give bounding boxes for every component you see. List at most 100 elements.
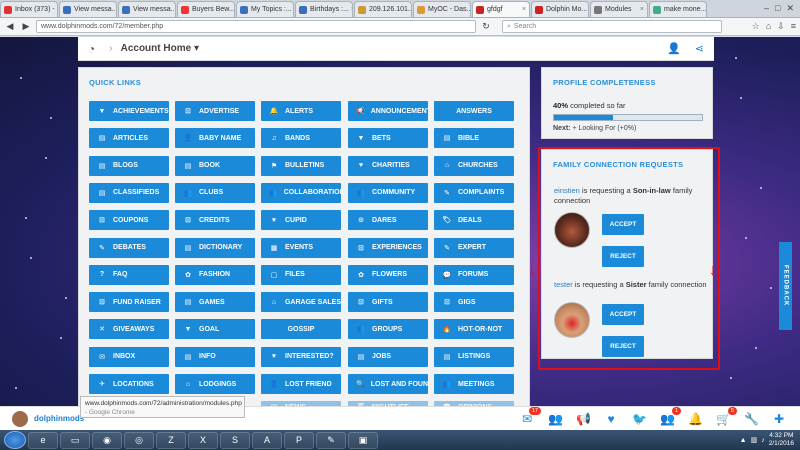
quick-link-button[interactable]: 🏷 DEALS — [434, 210, 514, 231]
quick-link-button[interactable]: 👥 CLUBS — [175, 182, 255, 203]
twitter-icon[interactable]: 🐦 — [632, 412, 647, 426]
browser-tab[interactable]: View messa...× — [118, 1, 176, 17]
quick-link-button[interactable]: 👥 COLLABORATIONS — [261, 182, 341, 203]
quick-link-button[interactable]: ⌂ CHURCHES — [434, 155, 514, 176]
quick-link-button[interactable]: ⚑ BULLETINS — [261, 155, 341, 176]
network-icon[interactable]: ▥ — [751, 436, 758, 444]
quick-link-button[interactable]: ✈ LOCATIONS — [89, 374, 169, 394]
reject-button[interactable]: REJECT — [602, 336, 644, 357]
browser-tab[interactable]: MyOC - Das...× — [413, 1, 471, 17]
quick-link-button[interactable]: ⊡ COUPONS — [89, 210, 169, 231]
quick-link-button[interactable]: ⊡ GIFTS — [348, 292, 428, 313]
chrome-icon[interactable]: ◎ — [124, 431, 154, 449]
quick-link-button[interactable]: ✎ COMPLAINTS — [434, 182, 514, 203]
quick-link-button[interactable]: ⌂ GARAGE SALES — [261, 292, 341, 313]
browser-tab[interactable]: Buyers Bew...× — [177, 1, 235, 17]
tab-close-icon[interactable]: × — [706, 6, 707, 13]
acrobat-icon[interactable]: A — [252, 431, 282, 449]
volume-icon[interactable]: ♪ — [761, 437, 765, 444]
browser-tab[interactable]: Modules × — [590, 1, 648, 17]
user-icon[interactable]: 👤 — [667, 42, 681, 55]
quick-link-button[interactable]: 💬 FORUMS — [434, 264, 514, 285]
skype-icon[interactable]: S — [220, 431, 250, 449]
quick-link-button[interactable]: ♥ CUPID — [261, 210, 341, 231]
group-icon[interactable]: 👥 1 — [660, 406, 681, 426]
quick-link-button[interactable]: ▤ BIBLE — [434, 128, 514, 149]
reload-icon[interactable]: ↻ — [480, 21, 492, 32]
quick-link-button[interactable]: ✕ GIVEAWAYS — [89, 319, 169, 340]
megaphone-icon[interactable]: 📢 — [576, 412, 591, 426]
browser-tab[interactable]: make mone...× — [649, 1, 707, 17]
quick-link-button[interactable]: ✿ FASHION — [175, 264, 255, 285]
ie-icon[interactable]: e — [28, 431, 58, 449]
quick-link-button[interactable]: ▤ LISTINGS — [434, 346, 514, 367]
avatar[interactable] — [554, 302, 590, 338]
reject-button[interactable]: REJECT — [602, 246, 644, 267]
request-user-link[interactable]: tester — [554, 280, 573, 289]
quick-link-button[interactable]: ▼ ACHIEVEMENTS — [89, 101, 169, 121]
tab-close-icon[interactable]: × — [520, 6, 526, 13]
quick-link-button[interactable]: ▤ GAMES — [175, 292, 255, 313]
friends-icon[interactable]: 👥 — [548, 412, 563, 426]
tab-close-icon[interactable]: × — [292, 6, 293, 13]
forward-icon[interactable]: ▶ — [20, 21, 32, 32]
quick-link-button[interactable]: ⊡ CREDITS — [175, 210, 255, 231]
star-icon[interactable]: ☆ — [752, 21, 760, 32]
quick-link-button[interactable]: ▤ JOBS — [348, 346, 428, 367]
next-step[interactable]: Next: + Looking For (+0%) — [553, 125, 701, 132]
start-button[interactable] — [4, 431, 26, 449]
quick-link-button[interactable]: ⊡ ADVERTISE — [175, 101, 255, 121]
accept-button[interactable]: ACCEPT — [602, 214, 644, 235]
tab-close-icon[interactable]: × — [55, 6, 58, 13]
quick-link-button[interactable]: ⊡ EXPERIENCES — [348, 237, 428, 258]
browser-tab[interactable]: 209.126.101...× — [354, 1, 412, 17]
quick-link-button[interactable]: 👥 COMMUNITY — [348, 182, 428, 203]
quick-link-button[interactable]: ▤ ARTICLES — [89, 128, 169, 149]
quick-link-button[interactable]: 👤 BABY NAME — [175, 128, 255, 149]
quick-link-button[interactable]: 📢 ANNOUNCEMENTS — [348, 101, 428, 121]
menu-icon[interactable]: ≡ — [791, 21, 796, 32]
app-icon[interactable]: ▣ — [348, 431, 378, 449]
folder-icon[interactable]: ▭ — [60, 431, 90, 449]
paint-icon[interactable]: ✎ — [316, 431, 346, 449]
back-icon[interactable]: ◀ — [4, 21, 16, 32]
close-icon[interactable]: ✕ — [786, 3, 794, 14]
feedback-tab[interactable]: FEEDBACK — [779, 242, 792, 330]
quick-link-button[interactable]: 🔥 HOT-OR-NOT — [434, 319, 514, 340]
page-title[interactable]: Account Home ▾ — [121, 43, 199, 54]
quick-link-button[interactable]: ▼ BETS — [348, 128, 428, 149]
quick-link-button[interactable]: ▤ DICTIONARY — [175, 237, 255, 258]
quick-link-button[interactable]: ▤ BLOGS — [89, 155, 169, 176]
minimize-icon[interactable]: – — [764, 3, 769, 13]
bell-icon[interactable]: 🔔 — [688, 412, 703, 426]
mail-icon[interactable]: ✉ 17 — [520, 406, 541, 426]
quick-link-button[interactable]: ♫ BANDS — [261, 128, 341, 149]
url-input[interactable]: www.dolphinmods.com/72/member.php — [36, 20, 476, 33]
tab-close-icon[interactable]: × — [638, 6, 644, 13]
cart-icon[interactable]: 🛒 5 — [716, 406, 737, 426]
quick-link-button[interactable]: ⊡ GIGS — [434, 292, 514, 313]
quick-link-button[interactable]: ✿ FLOWERS — [348, 264, 428, 285]
share-icon[interactable]: ⋖ — [695, 42, 704, 55]
search-input[interactable]: ⌕ Search — [502, 20, 722, 33]
quick-link-button[interactable]: ▼ GOAL — [175, 319, 255, 340]
quick-link-button[interactable]: ANSWERS — [434, 101, 514, 121]
quick-link-button[interactable]: ? FAQ — [89, 264, 169, 285]
quick-link-button[interactable]: ⌂ LODGINGS — [175, 374, 255, 394]
filezilla-icon[interactable]: Z — [156, 431, 186, 449]
quick-link-button[interactable]: ⊙ DARES — [348, 210, 428, 231]
browser-tab[interactable]: Dolphin Mo...× — [531, 1, 589, 17]
quick-link-button[interactable]: 🔍 LOST AND FOUND — [348, 374, 428, 394]
tray-arrow-icon[interactable]: ▲ — [740, 437, 747, 444]
avatar[interactable] — [554, 212, 590, 248]
quick-link-button[interactable]: ♥ INTERESTED? — [261, 346, 341, 367]
quick-link-button[interactable]: 🔔 ALERTS — [261, 101, 341, 121]
clock[interactable]: 4:32 PM 2/1/2016 — [769, 432, 794, 448]
quick-link-button[interactable]: ▢ FILES — [261, 264, 341, 285]
request-user-link[interactable]: einstien — [554, 186, 580, 195]
quick-link-button[interactable]: ▦ EVENTS — [261, 237, 341, 258]
dashboard-icon[interactable]: ◔ — [88, 42, 95, 56]
current-user[interactable]: dolphinmods — [12, 410, 84, 427]
plus-icon[interactable]: ✚ — [772, 412, 786, 426]
wrench-icon[interactable]: 🔧 — [744, 412, 759, 426]
